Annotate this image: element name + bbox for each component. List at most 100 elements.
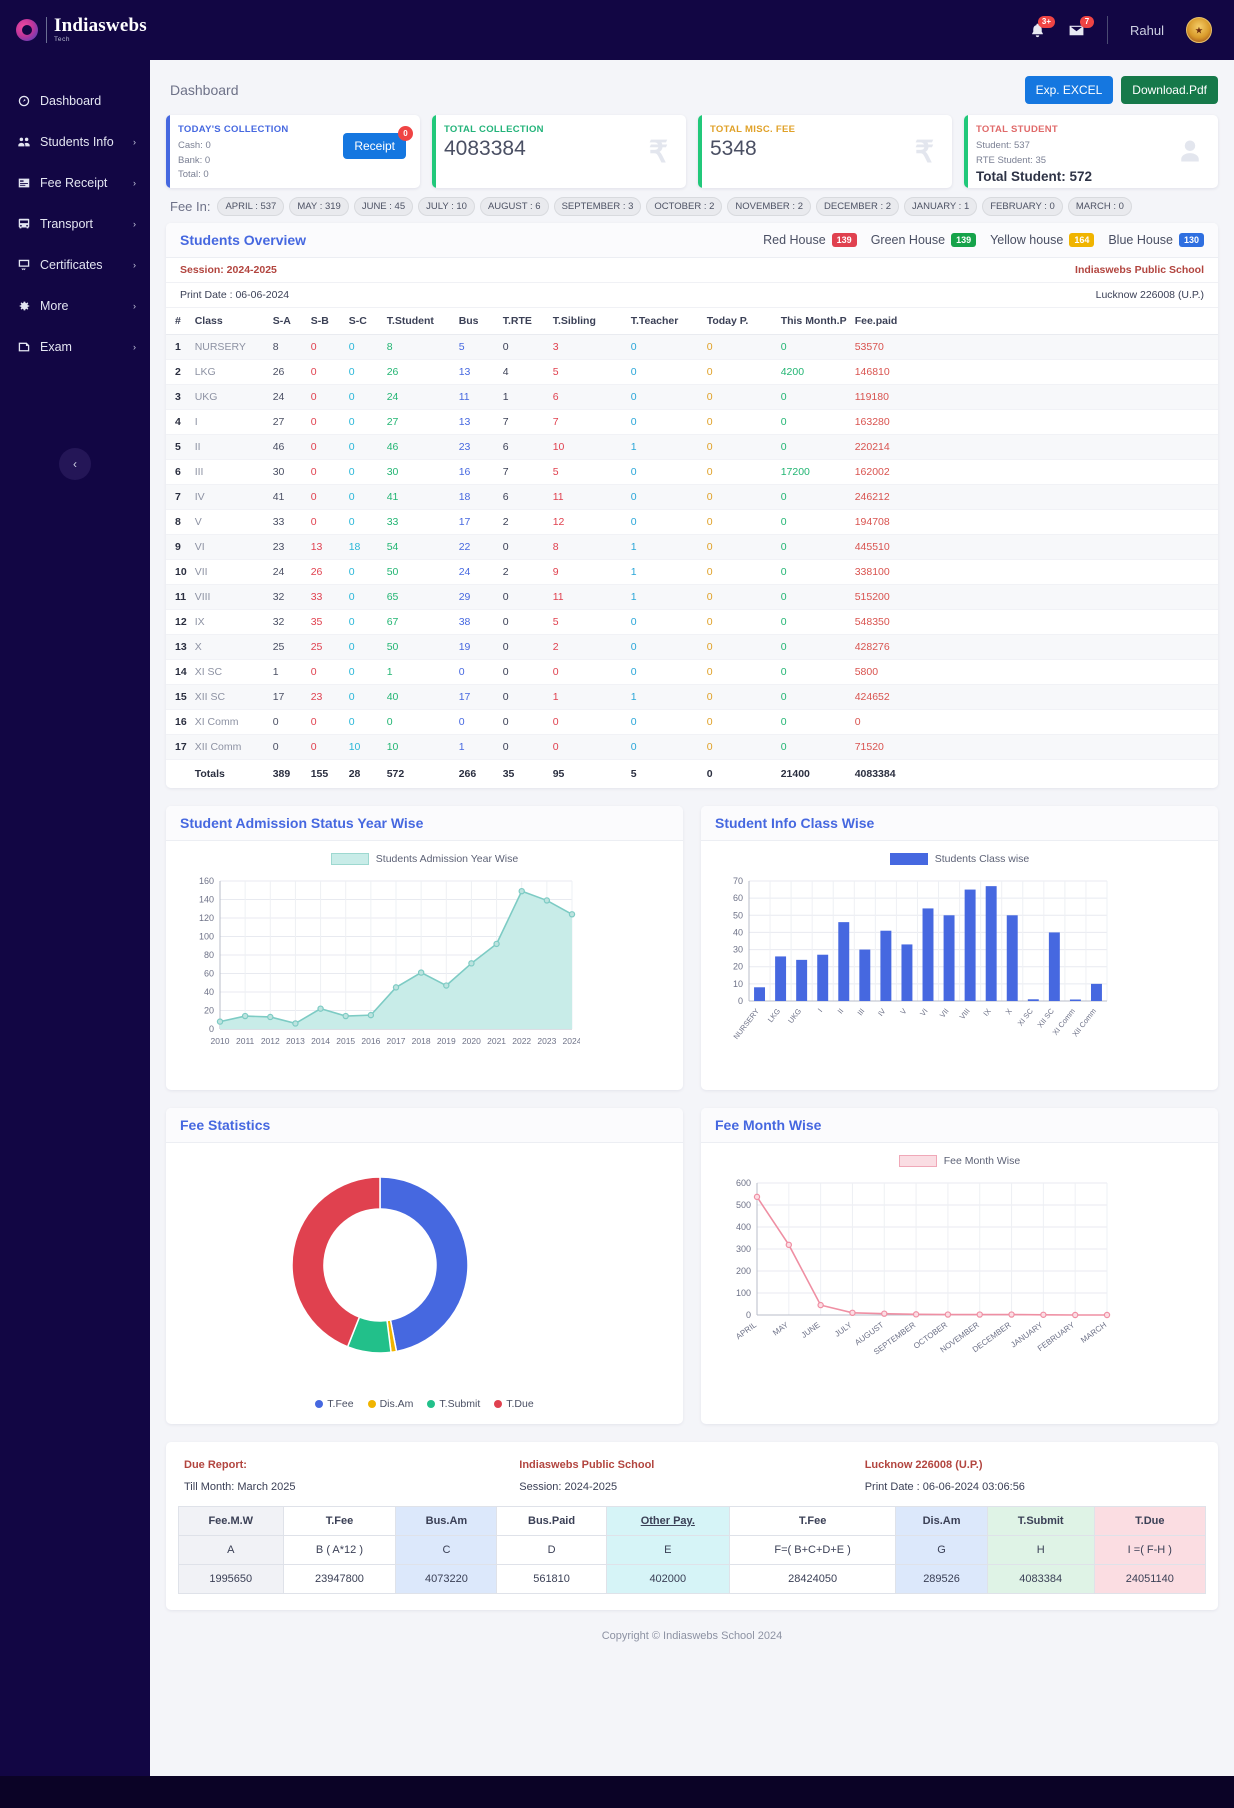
cell-bus: 29 (454, 584, 499, 610)
sidebar-item-certificates[interactable]: Certificates › (0, 244, 150, 285)
due-col-busam: Bus.Am (395, 1506, 498, 1536)
cell-fee: 515200 (850, 584, 1218, 610)
cell-sa: 41 (268, 484, 307, 510)
due-formula-e: E (605, 1535, 730, 1565)
sidebar-item-more[interactable]: More › (0, 285, 150, 326)
fee-statistics-panel: Fee Statistics T.Fee Dis.Am T.Submit T.D… (166, 1108, 683, 1424)
table-row[interactable]: 14 XI SC 1 0 0 1 0 0 0 0 0 0 5800 (166, 659, 1218, 685)
legend-item-disam[interactable]: Dis.Am (367, 1398, 413, 1410)
fee-in-pill-november[interactable]: NOVEMBER : 2 (727, 197, 811, 216)
table-row[interactable]: 11 VIII 32 33 0 65 29 0 11 1 0 0 515200 (166, 584, 1218, 610)
fee-in-pill-february[interactable]: FEBRUARY : 0 (982, 197, 1063, 216)
export-excel-button[interactable]: Exp. EXCEL (1024, 76, 1114, 104)
fee-in-pill-august[interactable]: AUGUST : 6 (479, 197, 549, 216)
table-row[interactable]: 17 XII Comm 0 0 10 10 1 0 0 0 0 0 71520 (166, 734, 1218, 760)
cell-month: 0 (776, 709, 851, 735)
user-name[interactable]: Rahul (1130, 23, 1164, 38)
svg-text:IV: IV (876, 1007, 887, 1018)
table-row[interactable]: 12 IX 32 35 0 67 38 0 5 0 0 0 548350 (166, 609, 1218, 635)
fee-in-pill-october[interactable]: OCTOBER : 2 (646, 197, 723, 216)
fee-in-pill-september[interactable]: SEPTEMBER : 3 (553, 197, 642, 216)
table-row[interactable]: 8 V 33 0 0 33 17 2 12 0 0 0 194708 (166, 509, 1218, 535)
cell-rte: 2 (498, 559, 549, 585)
svg-text:MAY: MAY (771, 1320, 790, 1338)
fee-in-pill-december[interactable]: DECEMBER : 2 (816, 197, 900, 216)
bar-chart[interactable]: 010203040506070NURSERY LKG UKG I II III IV V VI V… (715, 871, 1115, 1071)
sidebar-collapse-button[interactable]: ‹ (59, 448, 91, 480)
fee-in-pill-may[interactable]: MAY : 319 (289, 197, 349, 216)
sidebar-item-students-info[interactable]: Students Info › (0, 121, 150, 162)
card-todays-collection: TODAY'S COLLECTION Cash: 0 Bank: 0 Total… (166, 115, 420, 188)
avatar[interactable]: ★ (1186, 17, 1212, 43)
card-bank-line: Bank: 0 (178, 154, 211, 166)
svg-text:XII SC: XII SC (1035, 1006, 1056, 1029)
status-badge: 139 (831, 233, 857, 247)
header-divider (1107, 16, 1109, 44)
table-row[interactable]: 3 UKG 24 0 0 24 11 1 6 0 0 0 119180 (166, 384, 1218, 410)
brand-logo[interactable]: Indiaswebs Tech (0, 0, 150, 60)
cell-today: 0 (702, 734, 777, 760)
sidebar-item-exam[interactable]: Exam › (0, 326, 150, 367)
house-label: Green House (870, 233, 946, 247)
due-col-disam: Dis.Am (895, 1506, 988, 1536)
table-row[interactable]: 16 XI Comm 0 0 0 0 0 0 0 0 0 0 0 (166, 709, 1218, 735)
sidebar-item-transport[interactable]: Transport › (0, 203, 150, 244)
col-sa: S-A (268, 308, 307, 335)
fee-in-pill-july[interactable]: JULY : 10 (418, 197, 475, 216)
cell-idx: 2 (166, 359, 191, 385)
cell-ts: 54 (382, 534, 455, 560)
notifications-button[interactable]: 3+ (1029, 15, 1056, 39)
cell-month: 0 (776, 384, 851, 410)
table-row[interactable]: 5 II 46 0 0 46 23 6 10 1 0 0 220214 (166, 434, 1218, 460)
area-chart[interactable]: 0 20 40 60 80 100 120 140 160 2010 2011 2012 2013 201… (180, 871, 582, 1071)
col-sb: S-B (306, 308, 345, 335)
house-yellow[interactable]: Yellow house 164 (990, 233, 1095, 247)
legend-item-tfee[interactable]: T.Fee (315, 1398, 354, 1410)
cell-month: 0 (776, 634, 851, 660)
totals-rte: 35 (502, 768, 515, 780)
house-blue[interactable]: Blue House 130 (1108, 233, 1204, 247)
legend-label: Students Admission Year Wise (375, 853, 519, 865)
fee-in-pill-april[interactable]: APRIL : 537 (217, 197, 285, 216)
cell-idx: 8 (166, 509, 191, 535)
table-row[interactable]: 10 VII 24 26 0 50 24 2 9 1 0 0 338100 (166, 559, 1218, 585)
download-pdf-button[interactable]: Download.Pdf (1121, 76, 1218, 104)
table-row[interactable]: 15 XII SC 17 23 0 40 17 0 1 1 0 0 424652 (166, 684, 1218, 710)
cell-bus: 1 (454, 734, 499, 760)
due-formula-c: C (395, 1535, 498, 1565)
table-row[interactable]: 7 IV 41 0 0 41 18 6 11 0 0 0 246212 (166, 484, 1218, 510)
card-label: TODAY'S COLLECTION (178, 124, 289, 135)
admission-year-chart-panel: Student Admission Status Year Wise Stude… (166, 806, 683, 1090)
receipt-badge: 0 (398, 126, 413, 141)
table-row[interactable]: 2 LKG 26 0 0 26 13 4 5 0 0 4200 146810 (166, 359, 1218, 385)
table-row[interactable]: 6 III 30 0 0 30 16 7 5 0 0 17200 162002 (166, 459, 1218, 485)
legend-item-tsubmit[interactable]: T.Submit (427, 1398, 480, 1410)
totals-idx (166, 760, 191, 789)
table-row[interactable]: 4 I 27 0 0 27 13 7 7 0 0 0 163280 (166, 409, 1218, 435)
table-row[interactable]: 9 VI 23 13 18 54 22 0 8 1 0 0 445510 (166, 534, 1218, 560)
table-row[interactable]: 13 X 25 25 0 50 19 0 2 0 0 0 428276 (166, 634, 1218, 660)
cell-tea: 0 (626, 659, 703, 685)
fee-in-pill-march[interactable]: MARCH : 0 (1067, 197, 1132, 216)
fee-in-pill-june[interactable]: JUNE : 45 (353, 197, 414, 216)
donut-chart[interactable] (180, 1155, 580, 1383)
svg-text:2022: 2022 (512, 1036, 531, 1046)
house-green[interactable]: Green House 139 (870, 233, 977, 247)
table-row[interactable]: 1 NURSERY 8 0 0 8 5 0 3 0 0 0 53570 (166, 334, 1218, 360)
sidebar-item-label: Transport (40, 216, 94, 231)
legend-item-tdue[interactable]: T.Due (494, 1398, 534, 1410)
receipt-button[interactable]: Receipt (343, 133, 406, 159)
school-name: Indiaswebs Public School (1075, 264, 1204, 276)
sidebar-item-fee-receipt[interactable]: Fee Receipt › (0, 162, 150, 203)
sidebar-item-dashboard[interactable]: Dashboard (0, 80, 150, 121)
fee-in-pill-january[interactable]: JANUARY : 1 (904, 197, 978, 216)
house-red[interactable]: Red House 139 (763, 233, 857, 247)
logo-icon (16, 19, 38, 41)
due-report-location: Lucknow 226008 (U.P.) (864, 1459, 983, 1471)
cell-bus: 23 (454, 434, 499, 460)
cell-tea: 0 (626, 409, 703, 435)
card-student-line: Student: 537 (976, 140, 1030, 151)
line-chart[interactable]: 0100200300400500600APRIL MAY JUNE JULY AUGUS… (715, 1173, 1115, 1388)
cell-month: 0 (776, 734, 851, 760)
messages-button[interactable]: 7 (1068, 15, 1095, 39)
